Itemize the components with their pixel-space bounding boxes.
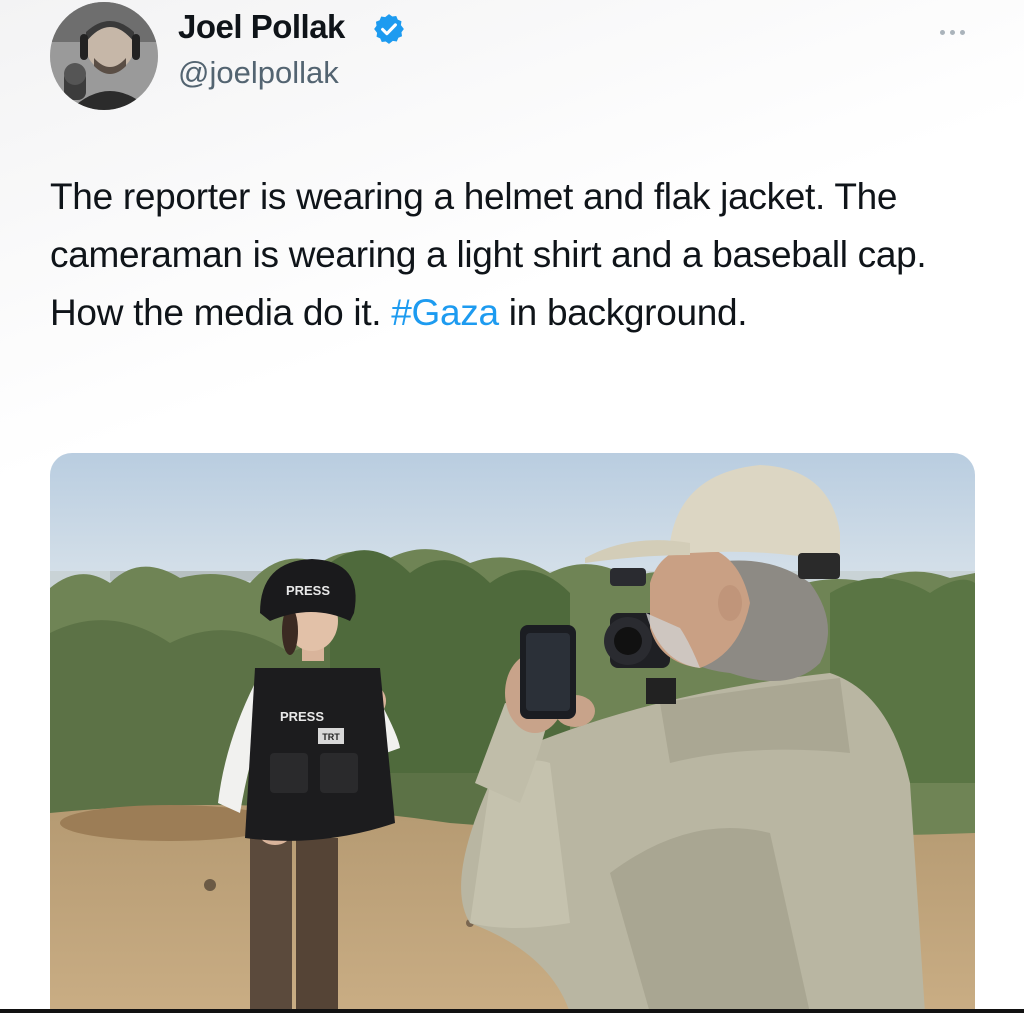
more-dot	[939, 29, 945, 35]
bottom-divider	[0, 1009, 1024, 1013]
more-options-icon[interactable]	[930, 18, 974, 46]
helmet-label: PRESS	[286, 583, 330, 598]
hashtag-link[interactable]: #Gaza	[391, 292, 499, 333]
author-handle[interactable]: @joelpollak	[178, 55, 339, 91]
verified-badge-icon	[374, 14, 404, 44]
tweet-photo[interactable]: PRESS TRT PRESS	[50, 453, 975, 1013]
vest-label: PRESS	[280, 709, 324, 724]
more-dot	[959, 29, 965, 35]
tweet-card: Joel Pollak @joelpollak The reporter is …	[0, 0, 1024, 1013]
badge-label: TRT	[322, 732, 340, 742]
more-dot	[949, 29, 955, 35]
author-display-name[interactable]: Joel Pollak	[178, 8, 345, 46]
tweet-text: The reporter is wearing a helmet and fla…	[50, 168, 980, 342]
tweet-text-part: in background.	[498, 292, 748, 333]
avatar-photo-icon	[50, 2, 158, 110]
photo-illustration: PRESS TRT PRESS	[50, 453, 975, 1013]
author-avatar[interactable]	[50, 2, 158, 110]
